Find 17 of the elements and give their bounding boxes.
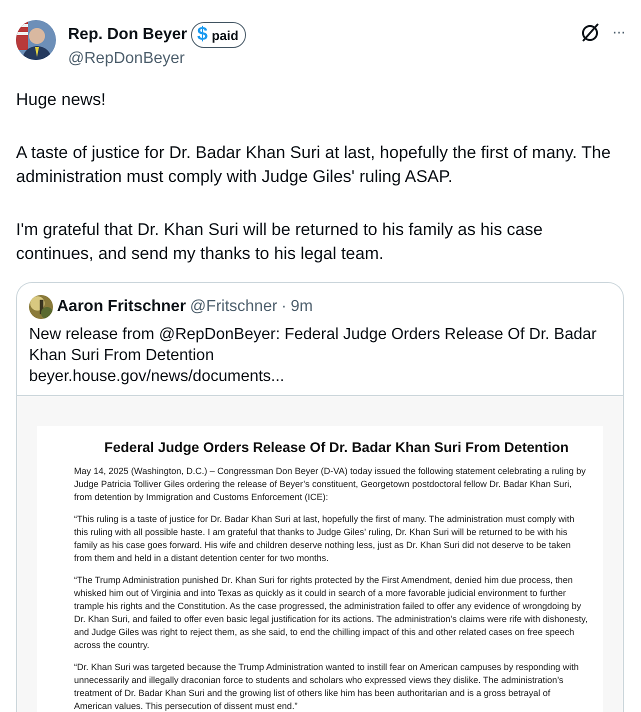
separator: ·: [281, 298, 287, 316]
post-time[interactable]: 9m: [290, 298, 313, 316]
author-name[interactable]: Rep. Don Beyer: [68, 26, 188, 44]
document-paragraph: May 14, 2025 (Washington, D.C.) – Congressman Don Beyer (D-VA) today issued the following statement celebrating a ruling by Judge Patricia Tolliver Giles ordering the release of Beyer’s constituent, Georgetown postdoctoral fellow Dr. Badar Khan Suri, from detention by Immigration and Customs Enforcement (ICE):: [74, 465, 587, 504]
document-title: Federal Judge Orders Release Of Dr. Badar Khan Suri From Detention: [103, 439, 570, 455]
document-paragraph: “Dr. Khan Suri was targeted because the Trump Administration wanted to instill fear on American campuses by responding with unnecessarily and illegally draconian force to students and scholars who expressed views they dislike. The administration’s treatment of Dr. Badar Khan Suri and the growing list of others like him has been authoritarian and is a gross betrayal of American values. This persecution of dissent must end.”: [74, 661, 580, 712]
link-url[interactable]: beyer.house.gov/news/documents...: [29, 366, 611, 387]
document-paragraph: “This ruling is a taste of justice for Dr. Badar Khan Suri at last, hopefully the first of many. The administration must comply with this ruling with all possible haste. I am grateful that thanks to Judge Giles’ ruling, Dr. Khan Suri will be returned to be with his family as his case goes forward. His wife and children deserve nothing less, just as Dr. Khan Suri did not deserve to be taken from them and held in a distant detention center for two months.: [74, 513, 576, 565]
post-text: Huge news!: [16, 89, 107, 111]
post-text: I'm grateful that Dr. Khan Suri will be returned to his family as his case continues, and send my thanks to his legal team.: [16, 219, 544, 265]
author-handle[interactable]: @RepDonBeyer: [68, 50, 568, 68]
author-handle[interactable]: @Fritschner: [190, 298, 278, 316]
document-paragraph: “The Trump Administration punished Dr. Khan Suri for rights protected by the First Amendment, denied him due process, then whisked him out of Virginia and into Texas as quickly as it could in search of a more favorable judicial environment to further trample his rights and the Constitution. As the case progressed, the administration failed to offer any evidence of wrongdoing by Dr. Khan Suri, and failed to offer even basic legal justification for its actions. The administration’s claims were rife with dishonesty, and Judge Giles was right to reject them, as she said, to end the chilling impact of this and other related cases on free speech across the country.: [74, 574, 589, 652]
paid-badge[interactable]: $ paid: [191, 22, 246, 48]
more-button[interactable]: ···: [612, 24, 625, 42]
author-name[interactable]: Aaron Fritschner: [57, 298, 186, 316]
post-text: A taste of justice for Dr. Badar Khan Suri at last, hopefully the first of many. The administration must comply with Judge Giles' ruling ASAP.: [16, 142, 612, 188]
